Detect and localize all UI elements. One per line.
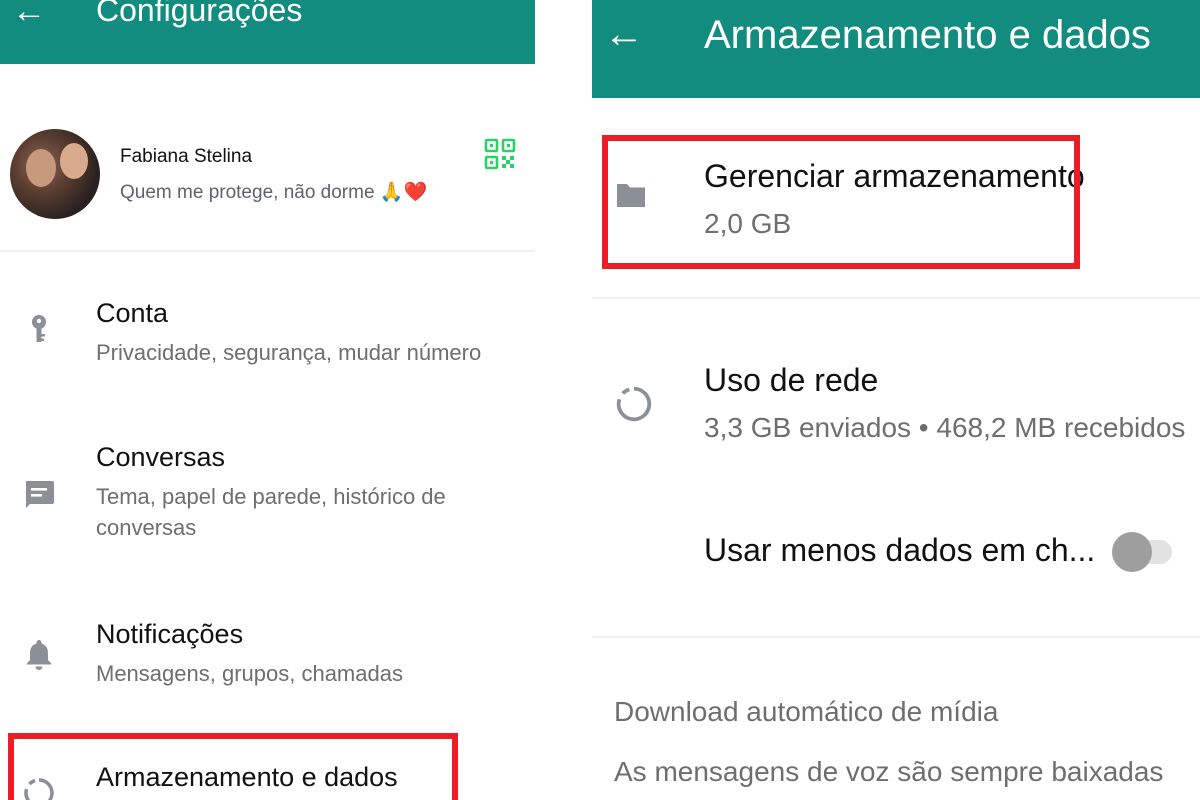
qr-code-icon[interactable] — [484, 138, 516, 170]
settings-item-title: Conta — [96, 298, 169, 328]
settings-screen: ← Configurações Fabiana Stelina Quem me … — [0, 0, 535, 800]
settings-item-title: Notificações — [96, 619, 244, 649]
divider — [0, 250, 535, 252]
key-icon — [32, 315, 46, 342]
settings-item-subtitle: Privacidade, segurança, mudar número — [96, 340, 482, 365]
settings-item-notifications[interactable]: Notificações Mensagens, grupos, chamadas — [0, 619, 535, 699]
divider — [592, 636, 1200, 638]
less-data-item[interactable]: Usar menos dados em ch... — [592, 532, 1200, 582]
settings-item-subtitle: Mensagens, grupos, chamadas — [96, 661, 403, 686]
back-arrow-icon[interactable]: ← — [604, 14, 644, 54]
profile-row[interactable]: Fabiana Stelina Quem me protege, não dor… — [0, 120, 535, 230]
chat-icon — [26, 481, 54, 508]
network-usage-stats: 3,3 GB enviados • 468,2 MB recebidos — [704, 412, 1186, 443]
settings-title: Configurações — [96, 0, 303, 28]
bell-icon — [27, 640, 51, 670]
auto-download-header: Download automático de mídia — [614, 696, 999, 727]
less-data-title: Usar menos dados em ch... — [704, 532, 1096, 568]
avatar[interactable] — [10, 129, 100, 219]
profile-status: Quem me protege, não dorme 🙏❤️ — [120, 182, 428, 203]
storage-header: ← Armazenamento e dados — [592, 0, 1200, 98]
data-usage-icon — [616, 386, 652, 422]
back-arrow-icon[interactable]: ← — [12, 0, 46, 28]
settings-item-account[interactable]: Conta Privacidade, segurança, mudar núme… — [0, 298, 535, 378]
highlight-box — [602, 135, 1080, 269]
divider — [592, 297, 1200, 299]
storage-title: Armazenamento e dados — [704, 13, 1151, 57]
settings-item-chats[interactable]: Conversas Tema, papel de parede, históri… — [0, 442, 535, 552]
settings-item-subtitle: Tema, papel de parede, histórico de conv… — [96, 484, 446, 540]
settings-header: ← Configurações — [0, 0, 535, 64]
highlight-box — [8, 733, 458, 800]
settings-item-title: Conversas — [96, 442, 226, 472]
less-data-toggle[interactable] — [1112, 532, 1172, 572]
network-usage-title: Uso de rede — [704, 362, 879, 398]
storage-data-screen: ← Armazenamento e dados Gerenciar armaze… — [592, 0, 1200, 800]
toggle-thumb — [1112, 532, 1152, 572]
network-usage-item[interactable]: Uso de rede 3,3 GB enviados • 468,2 MB r… — [592, 362, 1200, 452]
auto-download-description: As mensagens de voz são sempre baixadas … — [614, 756, 1164, 800]
profile-name: Fabiana Stelina — [120, 146, 253, 167]
